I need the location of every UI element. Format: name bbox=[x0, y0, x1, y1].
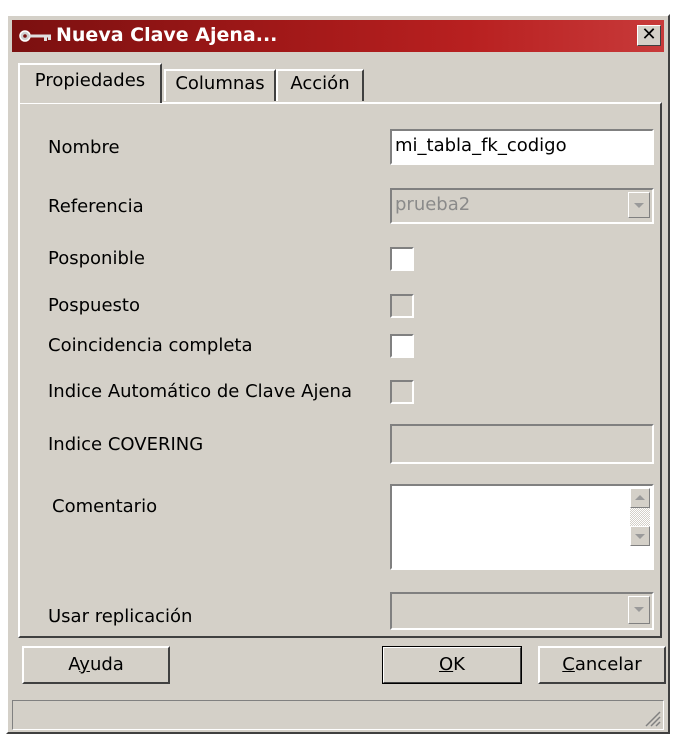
key-icon bbox=[19, 30, 51, 42]
scrollbar-track[interactable] bbox=[630, 508, 650, 526]
indice-auto-label: Indice Automático de Clave Ajena bbox=[48, 381, 352, 402]
ok-button[interactable]: OK bbox=[382, 646, 522, 684]
covering-label: Indice COVERING bbox=[48, 434, 204, 455]
close-icon: ✕ bbox=[641, 24, 657, 45]
title-bar[interactable]: Nueva Clave Ajena... ✕ bbox=[12, 20, 664, 52]
help-label: Ayuda bbox=[68, 654, 124, 675]
resize-grip-icon[interactable] bbox=[643, 709, 661, 727]
status-bar bbox=[12, 700, 664, 730]
tab-columnas[interactable]: Columnas bbox=[164, 69, 276, 101]
nombre-input[interactable]: mi_tabla_fk_codigo bbox=[390, 129, 654, 165]
cancel-label: Cancelar bbox=[562, 654, 642, 675]
chevron-down-icon[interactable] bbox=[628, 596, 650, 624]
coincidencia-label: Coincidencia completa bbox=[48, 335, 253, 356]
window-title: Nueva Clave Ajena... bbox=[56, 24, 278, 46]
help-button[interactable]: Ayuda bbox=[22, 646, 170, 684]
properties-panel: Nombre mi_tabla_fk_codigo Referencia pru… bbox=[18, 102, 662, 638]
pospuesto-label: Pospuesto bbox=[48, 295, 140, 316]
dialog-window: Nueva Clave Ajena... ✕ Propiedades Colum… bbox=[6, 14, 670, 734]
nombre-value: mi_tabla_fk_codigo bbox=[395, 135, 567, 156]
tab-label: Propiedades bbox=[34, 70, 146, 91]
tab-label: Columnas bbox=[175, 73, 265, 94]
close-button[interactable]: ✕ bbox=[637, 25, 661, 46]
comentario-label: Comentario bbox=[52, 496, 158, 517]
tab-propiedades[interactable]: Propiedades bbox=[18, 63, 162, 103]
scroll-up-icon[interactable] bbox=[630, 488, 650, 508]
referencia-label: Referencia bbox=[48, 196, 144, 217]
indice-auto-checkbox[interactable] bbox=[390, 380, 414, 404]
referencia-select[interactable]: prueba2 bbox=[390, 188, 654, 224]
nombre-label: Nombre bbox=[48, 137, 120, 158]
replicacion-select[interactable] bbox=[390, 592, 654, 630]
chevron-down-icon[interactable] bbox=[628, 192, 650, 218]
pospuesto-checkbox[interactable] bbox=[390, 294, 414, 318]
tab-label: Acción bbox=[290, 73, 350, 94]
posponible-checkbox[interactable] bbox=[390, 247, 414, 271]
replicacion-label: Usar replicación bbox=[48, 606, 193, 627]
coincidencia-checkbox[interactable] bbox=[390, 334, 414, 358]
referencia-value: prueba2 bbox=[395, 194, 471, 215]
posponible-label: Posponible bbox=[48, 248, 145, 269]
covering-input[interactable] bbox=[390, 424, 654, 464]
cancel-button[interactable]: Cancelar bbox=[538, 646, 666, 684]
tab-accion[interactable]: Acción bbox=[276, 69, 364, 101]
scroll-down-icon[interactable] bbox=[630, 526, 650, 546]
comentario-textarea[interactable] bbox=[390, 484, 654, 570]
ok-label: OK bbox=[439, 654, 465, 675]
